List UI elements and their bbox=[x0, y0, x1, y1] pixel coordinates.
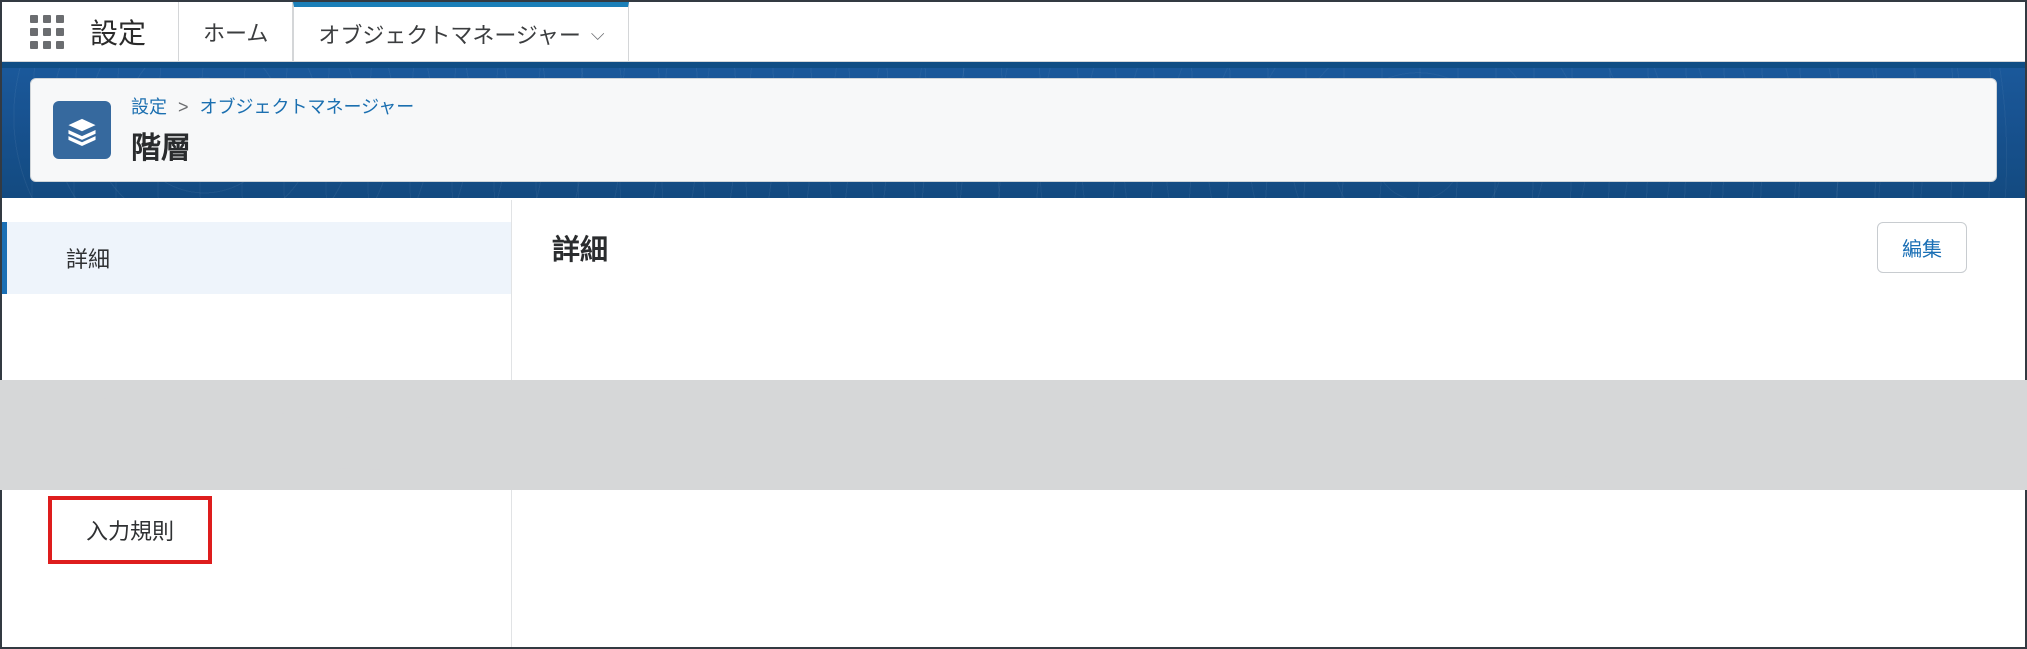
sidebar-item-validation-rules[interactable]: 入力規則 bbox=[52, 500, 208, 560]
app-launcher[interactable]: 設定 bbox=[30, 2, 178, 61]
sidebar-item-flow-trigger[interactable]: フロートリガー bbox=[2, 428, 511, 500]
sidebar-item-details[interactable]: 詳細 bbox=[2, 222, 511, 294]
breadcrumb: 設定 > オブジェクトマネージャー bbox=[131, 93, 414, 119]
content-panel: 詳細 編集 bbox=[512, 200, 2025, 647]
object-icon bbox=[53, 101, 111, 159]
top-nav: 設定 ホーム オブジェクトマネージャー ⌵ bbox=[2, 2, 2025, 62]
tab-object-manager[interactable]: オブジェクトマネージャー ⌵ bbox=[293, 2, 629, 61]
breadcrumb-separator: > bbox=[172, 97, 195, 117]
page-header-band: 設定 > オブジェクトマネージャー 階層 bbox=[2, 62, 2025, 198]
app-name: 設定 bbox=[84, 12, 160, 52]
page-header-card: 設定 > オブジェクトマネージャー 階層 bbox=[30, 78, 1997, 182]
chevron-down-icon: ⌵ bbox=[591, 24, 605, 45]
sidebar-item-label: 入力規則 bbox=[86, 519, 174, 544]
app-launcher-icon bbox=[30, 15, 64, 49]
tab-label: ホーム bbox=[203, 16, 268, 48]
breadcrumb-root[interactable]: 設定 bbox=[131, 97, 167, 117]
content-heading: 詳細 bbox=[552, 228, 1985, 268]
tab-label: オブジェクトマネージャー bbox=[318, 18, 580, 50]
sidebar-item-label: フロートリガー bbox=[66, 453, 220, 478]
sidebar: 詳細 フロートリガー 入力規則 bbox=[2, 200, 512, 647]
breadcrumb-current[interactable]: オブジェクトマネージャー bbox=[200, 97, 415, 117]
page-title: 階層 bbox=[131, 123, 414, 167]
sidebar-item-label: 詳細 bbox=[66, 247, 110, 272]
edit-button[interactable]: 編集 bbox=[1877, 222, 1967, 273]
tab-home[interactable]: ホーム bbox=[178, 2, 293, 61]
main-area: 詳細 フロートリガー 入力規則 詳細 編集 bbox=[2, 200, 2025, 647]
